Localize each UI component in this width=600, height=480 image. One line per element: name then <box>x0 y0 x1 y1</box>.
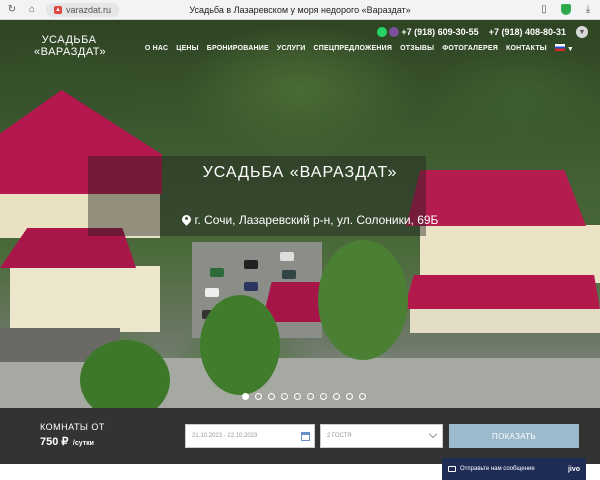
nav-item-booking[interactable]: БРОНИРОВАНИЕ <box>207 45 269 52</box>
slider-pagination <box>242 393 366 400</box>
phone-2[interactable]: +7 (918) 408-80-31 <box>489 27 566 37</box>
chat-brand: jivo <box>567 465 580 473</box>
nav-item-special-offers[interactable]: СПЕЦПРЕДЛОЖЕНИЯ <box>314 45 393 52</box>
download-icon[interactable]: ⤓ <box>580 2 596 18</box>
nav-item-contacts[interactable]: КОНТАКТЫ <box>506 45 547 52</box>
nav-item-about[interactable]: О НАС <box>145 45 168 52</box>
logo-line-2: «ВАРАЗДАТ» <box>34 46 107 58</box>
reload-icon[interactable]: ↻ <box>4 2 20 18</box>
chevron-down-icon <box>428 429 438 439</box>
price-label: КОМНАТЫ ОТ <box>40 422 105 432</box>
security-shield-icon[interactable] <box>558 2 574 18</box>
dates-input[interactable]: 21.10.2023 - 22.10.2023 <box>185 424 315 448</box>
hero-title: УСАДЬБА «ВАРАЗДАТ» <box>202 164 398 181</box>
phone-1[interactable]: +7 (918) 609-30-55 <box>377 27 479 37</box>
price-value: 750 ₽ <box>40 436 69 448</box>
slider-dot[interactable] <box>242 393 249 400</box>
language-selector[interactable]: ▼ <box>554 44 574 53</box>
booking-bar: КОМНАТЫ ОТ 750 ₽ /сутки 21.10.2023 - 22.… <box>0 408 600 464</box>
chevron-down-icon: ▼ <box>566 46 574 53</box>
price-block: КОМНАТЫ ОТ 750 ₽ /сутки <box>40 422 105 450</box>
chat-widget[interactable]: Отправьте нам сообщение jivo <box>442 458 586 480</box>
slider-dot[interactable] <box>255 393 262 400</box>
address-bar[interactable]: ▲ varazdat.ru <box>46 2 120 17</box>
phone-2-number: +7 (918) 408-80-31 <box>488 27 566 37</box>
slider-dot[interactable] <box>346 393 353 400</box>
main-nav: О НАС ЦЕНЫ БРОНИРОВАНИЕ УСЛУГИ СПЕЦПРЕДЛ… <box>145 44 574 53</box>
slider-dot[interactable] <box>268 393 275 400</box>
message-icon <box>448 466 456 472</box>
url-text: varazdat.ru <box>66 4 112 15</box>
nav-item-reviews[interactable]: ОТЗЫВЫ <box>400 45 434 52</box>
calendar-icon <box>301 432 310 441</box>
phone-1-number: +7 (918) 609-30-55 <box>401 27 479 37</box>
phones-dropdown-icon[interactable]: ▼ <box>576 26 588 38</box>
guests-select[interactable]: 2 ГОСТЯ <box>320 424 443 448</box>
slider-dot[interactable] <box>333 393 340 400</box>
hero-address: г. Сочи, Лазаревский р-н, ул. Солоники, … <box>140 213 480 227</box>
nav-item-gallery[interactable]: ФОТОГАЛЕРЕЯ <box>442 45 498 52</box>
dates-input-text: 21.10.2023 - 22.10.2023 <box>192 433 258 439</box>
home-icon[interactable]: ⌂ <box>24 2 40 18</box>
slider-dot[interactable] <box>359 393 366 400</box>
contact-phones: +7 (918) 609-30-55 +7 (918) 408-80-31 ▼ <box>377 26 588 38</box>
nav-item-prices[interactable]: ЦЕНЫ <box>176 45 199 52</box>
whatsapp-icon <box>377 27 388 37</box>
hero-address-text: г. Сочи, Лазаревский р-н, ул. Солоники, … <box>194 213 439 227</box>
guests-select-value: 2 ГОСТЯ <box>327 433 352 439</box>
price-unit: /сутки <box>72 440 94 447</box>
logo-line-1: УСАДЬБА <box>41 34 97 46</box>
chat-widget-label: Отправьте нам сообщение <box>460 466 535 472</box>
slider-dot[interactable] <box>320 393 327 400</box>
slider-dot[interactable] <box>294 393 301 400</box>
viber-icon <box>389 27 400 37</box>
slider-dot[interactable] <box>281 393 288 400</box>
nav-item-services[interactable]: УСЛУГИ <box>277 45 306 52</box>
slider-dot[interactable] <box>307 393 314 400</box>
russian-flag-icon <box>554 44 565 51</box>
show-button[interactable]: ПОКАЗАТЬ <box>449 424 579 448</box>
site-favicon-icon: ▲ <box>54 5 62 14</box>
site-logo[interactable]: УСАДЬБА «ВАРАЗДАТ» <box>34 34 107 58</box>
map-pin-icon <box>182 215 191 226</box>
bookmark-icon[interactable]: ▯ <box>536 2 552 18</box>
browser-toolbar: ↻ ⌂ ▲ varazdat.ru Усадьба в Лазаревском … <box>0 0 600 20</box>
